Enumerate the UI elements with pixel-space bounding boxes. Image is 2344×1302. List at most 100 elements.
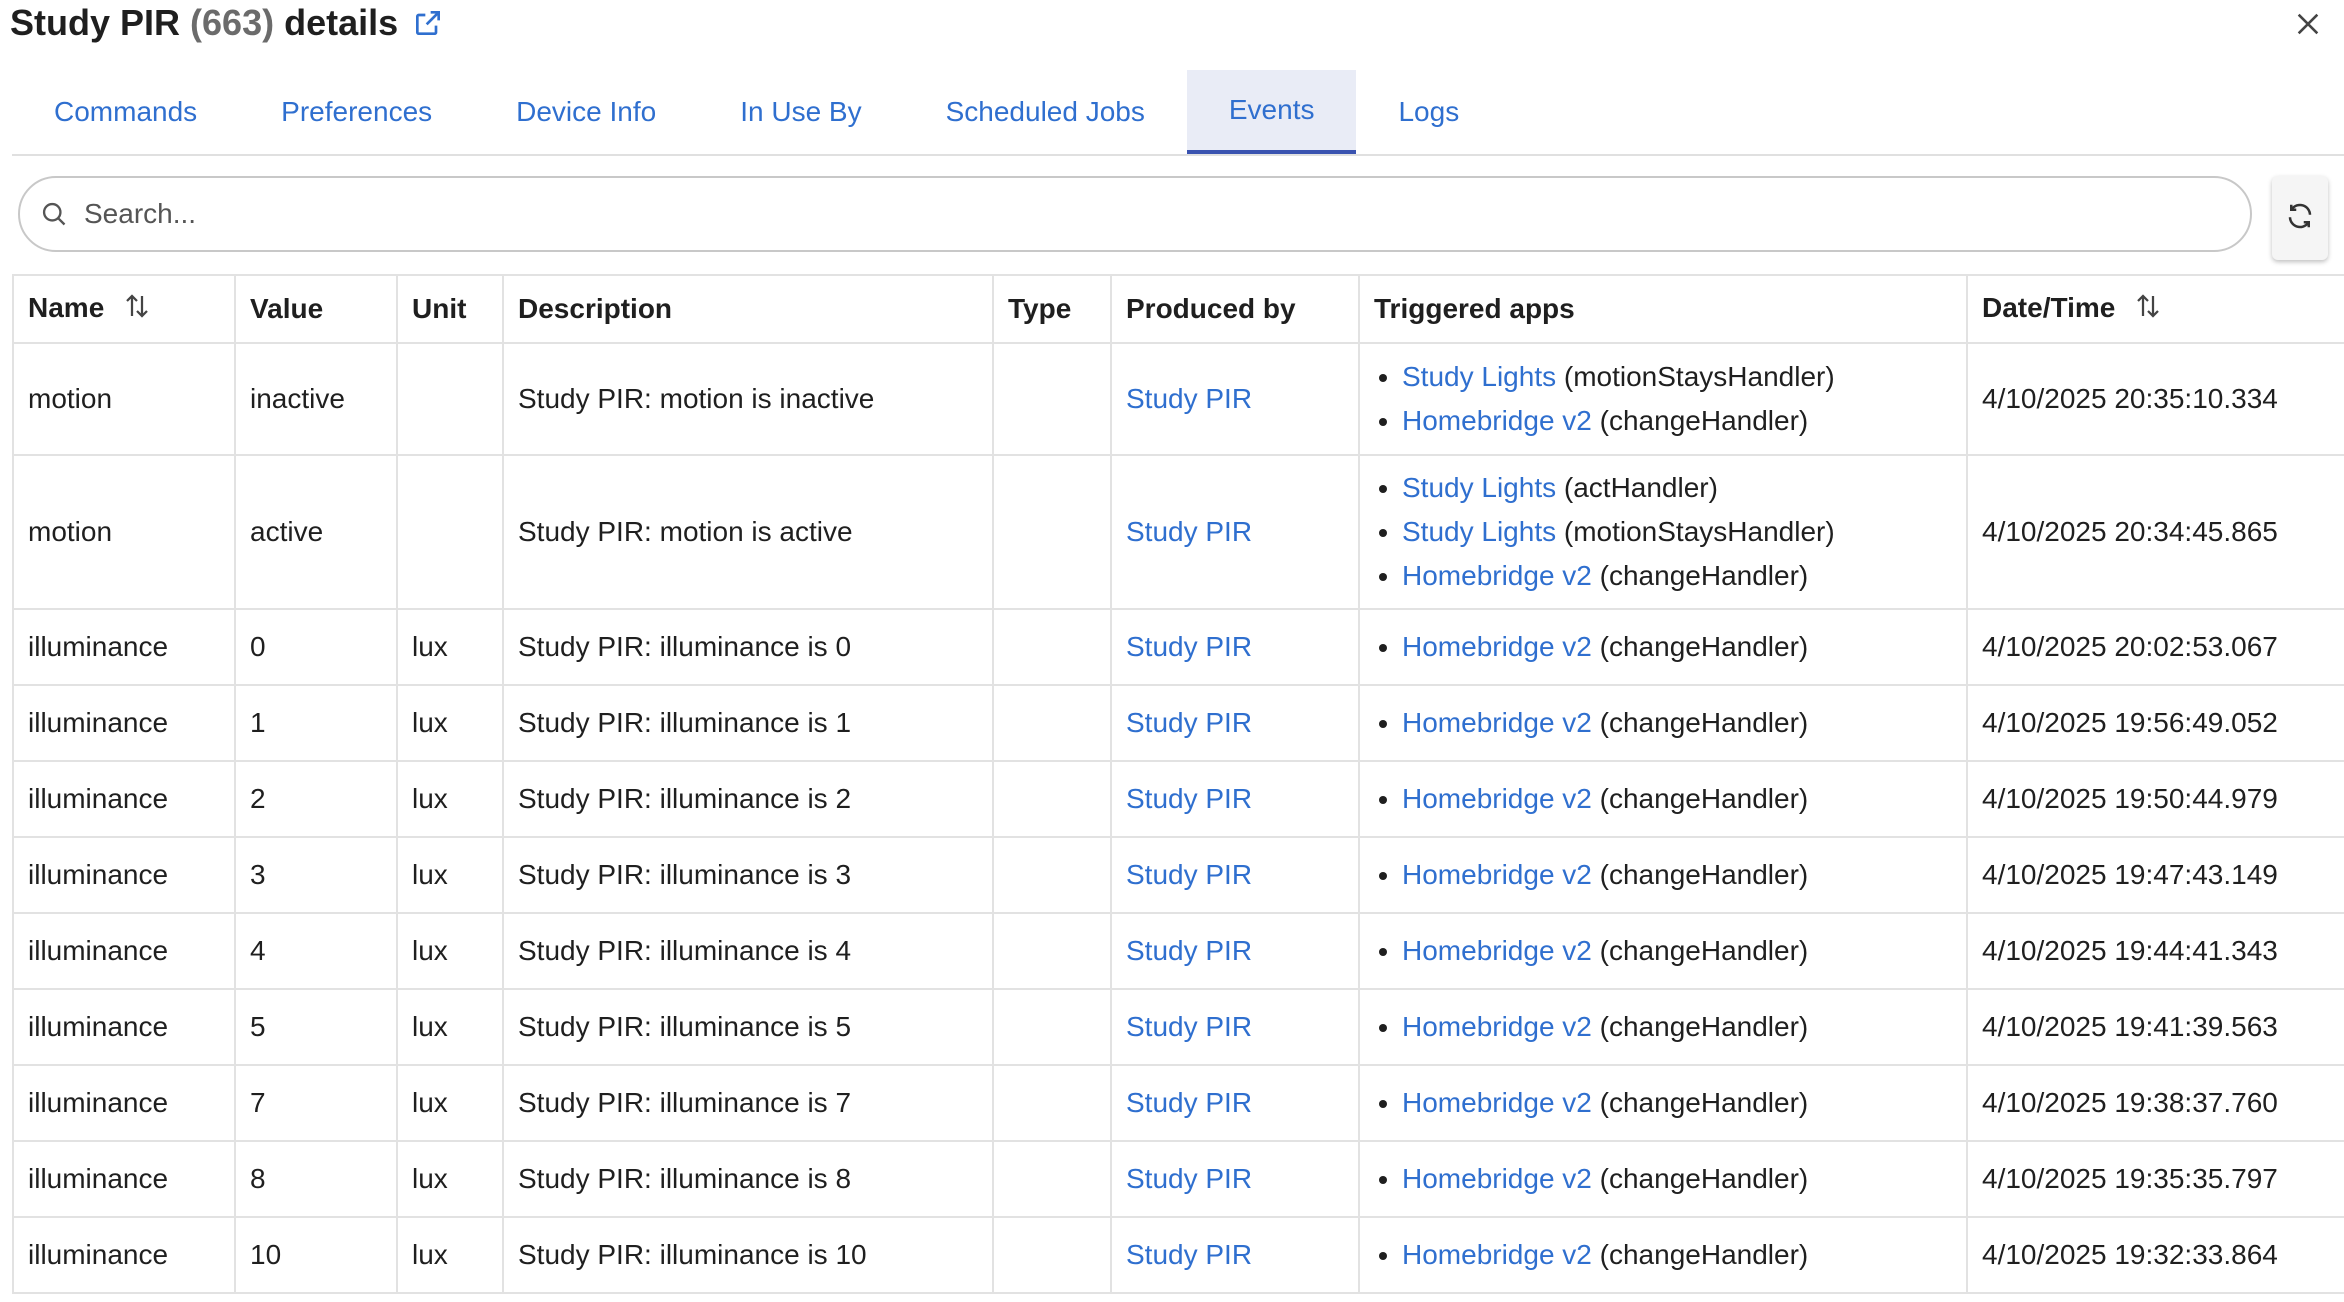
event-name: motion (12, 454, 236, 610)
event-unit: lux (396, 912, 504, 990)
event-produced-by: Study PIR (1110, 684, 1360, 762)
produced-by-link[interactable]: Study PIR (1126, 631, 1252, 662)
app-link[interactable]: Homebridge v2 (1402, 1239, 1592, 1270)
list-item: Homebridge v2 (changeHandler) (1402, 554, 1952, 598)
event-value: 4 (234, 912, 398, 990)
produced-by-link[interactable]: Study PIR (1126, 383, 1252, 414)
device-name: Study PIR (10, 2, 181, 43)
event-description: Study PIR: motion is active (502, 454, 994, 610)
app-link[interactable]: Homebridge v2 (1402, 1087, 1592, 1118)
produced-by-link[interactable]: Study PIR (1126, 783, 1252, 814)
sort-icon[interactable] (122, 291, 152, 328)
sort-icon[interactable] (2133, 291, 2163, 328)
produced-by-link[interactable]: Study PIR (1126, 935, 1252, 966)
app-link[interactable]: Homebridge v2 (1402, 707, 1592, 738)
produced-by-link[interactable]: Study PIR (1126, 859, 1252, 890)
column-header-name[interactable]: Name (12, 274, 236, 344)
event-name: illuminance (12, 836, 236, 914)
event-produced-by: Study PIR (1110, 760, 1360, 838)
triggered-apps-list: Study Lights (actHandler) Study Lights (… (1374, 466, 1952, 598)
tab-events[interactable]: Events (1186, 70, 1357, 154)
event-value: 2 (234, 760, 398, 838)
column-header-datetime[interactable]: Date/Time (1966, 274, 2344, 344)
tab-commands[interactable]: Commands (12, 70, 239, 154)
event-type (992, 912, 1112, 990)
event-triggered-apps: Homebridge v2 (changeHandler) (1358, 608, 1968, 686)
event-name: illuminance (12, 912, 236, 990)
list-item: Homebridge v2 (changeHandler) (1402, 399, 1952, 443)
event-unit: lux (396, 684, 504, 762)
event-datetime: 4/10/2025 20:34:45.865 (1966, 454, 2344, 610)
column-header-unit: Unit (396, 274, 504, 344)
event-unit: lux (396, 760, 504, 838)
event-type (992, 988, 1112, 1066)
list-item: Homebridge v2 (changeHandler) (1402, 1005, 1952, 1049)
produced-by-link[interactable]: Study PIR (1126, 516, 1252, 547)
external-link-icon[interactable] (412, 7, 444, 39)
triggered-apps-list: Homebridge v2 (changeHandler) (1374, 1005, 1952, 1049)
event-unit: lux (396, 1140, 504, 1218)
table-header-row: Name Value Unit Description Type Produce… (12, 274, 2344, 344)
event-unit (396, 342, 504, 456)
tab-scheduled-jobs[interactable]: Scheduled Jobs (904, 70, 1187, 154)
event-value: 5 (234, 988, 398, 1066)
tab-in-use-by[interactable]: In Use By (698, 70, 903, 154)
table-row: illuminance 7 lux Study PIR: illuminance… (12, 1064, 2344, 1142)
tab-preferences[interactable]: Preferences (239, 70, 474, 154)
app-link[interactable]: Study Lights (1402, 472, 1556, 503)
event-value: 1 (234, 684, 398, 762)
handler-name: (changeHandler) (1599, 935, 1809, 966)
column-header-type: Type (992, 274, 1112, 344)
table-row: motion active Study PIR: motion is activ… (12, 454, 2344, 610)
event-type (992, 684, 1112, 762)
search-input[interactable] (82, 197, 2186, 231)
app-link[interactable]: Homebridge v2 (1402, 1163, 1592, 1194)
triggered-apps-list: Study Lights (motionStaysHandler) Homebr… (1374, 355, 1952, 443)
app-link[interactable]: Homebridge v2 (1402, 935, 1592, 966)
event-description: Study PIR: illuminance is 1 (502, 684, 994, 762)
event-description: Study PIR: illuminance is 5 (502, 988, 994, 1066)
triggered-apps-list: Homebridge v2 (changeHandler) (1374, 929, 1952, 973)
event-type (992, 1140, 1112, 1218)
app-link[interactable]: Homebridge v2 (1402, 783, 1592, 814)
triggered-apps-list: Homebridge v2 (changeHandler) (1374, 1233, 1952, 1277)
refresh-icon (2285, 201, 2315, 236)
table-row: illuminance 1 lux Study PIR: illuminance… (12, 684, 2344, 762)
produced-by-link[interactable]: Study PIR (1126, 1239, 1252, 1270)
event-name: illuminance (12, 1064, 236, 1142)
event-unit: lux (396, 1064, 504, 1142)
produced-by-link[interactable]: Study PIR (1126, 1163, 1252, 1194)
event-description: Study PIR: illuminance is 0 (502, 608, 994, 686)
list-item: Homebridge v2 (changeHandler) (1402, 1081, 1952, 1125)
produced-by-link[interactable]: Study PIR (1126, 1011, 1252, 1042)
app-link[interactable]: Homebridge v2 (1402, 859, 1592, 890)
list-item: Study Lights (actHandler) (1402, 466, 1952, 510)
app-link[interactable]: Homebridge v2 (1402, 631, 1592, 662)
event-triggered-apps: Study Lights (actHandler) Study Lights (… (1358, 454, 1968, 610)
event-value: inactive (234, 342, 398, 456)
column-header-triggered-apps: Triggered apps (1358, 274, 1968, 344)
table-row: illuminance 10 lux Study PIR: illuminanc… (12, 1216, 2344, 1294)
search-box (18, 176, 2252, 252)
refresh-button[interactable] (2272, 176, 2328, 260)
title-suffix: details (284, 2, 399, 43)
event-value: 8 (234, 1140, 398, 1218)
produced-by-link[interactable]: Study PIR (1126, 707, 1252, 738)
list-item: Homebridge v2 (changeHandler) (1402, 701, 1952, 745)
tab-logs[interactable]: Logs (1356, 70, 1501, 154)
app-link[interactable]: Study Lights (1402, 516, 1556, 547)
event-produced-by: Study PIR (1110, 1140, 1360, 1218)
app-link[interactable]: Homebridge v2 (1402, 560, 1592, 591)
list-item: Study Lights (motionStaysHandler) (1402, 355, 1952, 399)
app-link[interactable]: Study Lights (1402, 361, 1556, 392)
event-type (992, 760, 1112, 838)
triggered-apps-list: Homebridge v2 (changeHandler) (1374, 777, 1952, 821)
tab-device-info[interactable]: Device Info (474, 70, 698, 154)
app-link[interactable]: Homebridge v2 (1402, 405, 1592, 436)
app-link[interactable]: Homebridge v2 (1402, 1011, 1592, 1042)
table-row: illuminance 0 lux Study PIR: illuminance… (12, 608, 2344, 686)
event-datetime: 4/10/2025 20:35:10.334 (1966, 342, 2344, 456)
event-unit: lux (396, 608, 504, 686)
close-icon[interactable] (2288, 4, 2328, 44)
produced-by-link[interactable]: Study PIR (1126, 1087, 1252, 1118)
